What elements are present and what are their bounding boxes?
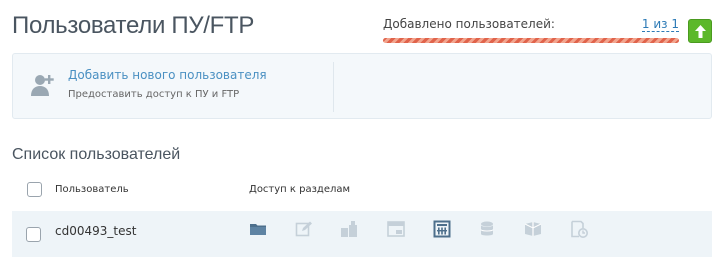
- select-all-checkbox[interactable]: [27, 182, 42, 197]
- column-header-user: Пользователь: [55, 184, 129, 195]
- quota-count-link[interactable]: 1 из 1: [641, 17, 679, 32]
- column-header-access: Доступ к разделам: [249, 184, 351, 195]
- calculator-icon[interactable]: [433, 220, 451, 238]
- add-user-description: Предоставить доступ к ПУ и FTP: [68, 89, 240, 100]
- panel-divider: [333, 62, 334, 112]
- row-checkbox[interactable]: [26, 227, 41, 242]
- add-user-panel: Добавить нового пользователя Предоставит…: [12, 53, 712, 119]
- quota-label: Добавлено пользователей:: [383, 17, 555, 31]
- hosting-icon[interactable]: [387, 220, 405, 238]
- add-user-link[interactable]: Добавить нового пользователя: [68, 68, 267, 82]
- add-user-card[interactable]: Добавить нового пользователя Предоставит…: [13, 54, 333, 118]
- mail-icon[interactable]: [524, 220, 542, 238]
- quota-progress-bar: [383, 38, 679, 43]
- add-user-icon: [31, 75, 54, 96]
- edit-icon[interactable]: [295, 220, 313, 238]
- users-list-title: Список пользователей: [12, 146, 181, 163]
- page-title: Пользователи ПУ/FTP: [12, 12, 255, 39]
- upgrade-button[interactable]: [688, 19, 712, 43]
- user-quota: Добавлено пользователей: 1 из 1: [383, 17, 679, 43]
- arrow-up-icon: [695, 25, 706, 38]
- apps-icon[interactable]: [340, 220, 358, 238]
- table-header: Пользователь Доступ к разделам: [12, 176, 712, 206]
- schedule-icon[interactable]: [570, 220, 588, 238]
- user-name: cd00493_test: [55, 224, 137, 238]
- folder-icon[interactable]: [249, 220, 267, 238]
- table-row[interactable]: cd00493_test: [12, 211, 712, 257]
- database-icon[interactable]: [478, 220, 496, 238]
